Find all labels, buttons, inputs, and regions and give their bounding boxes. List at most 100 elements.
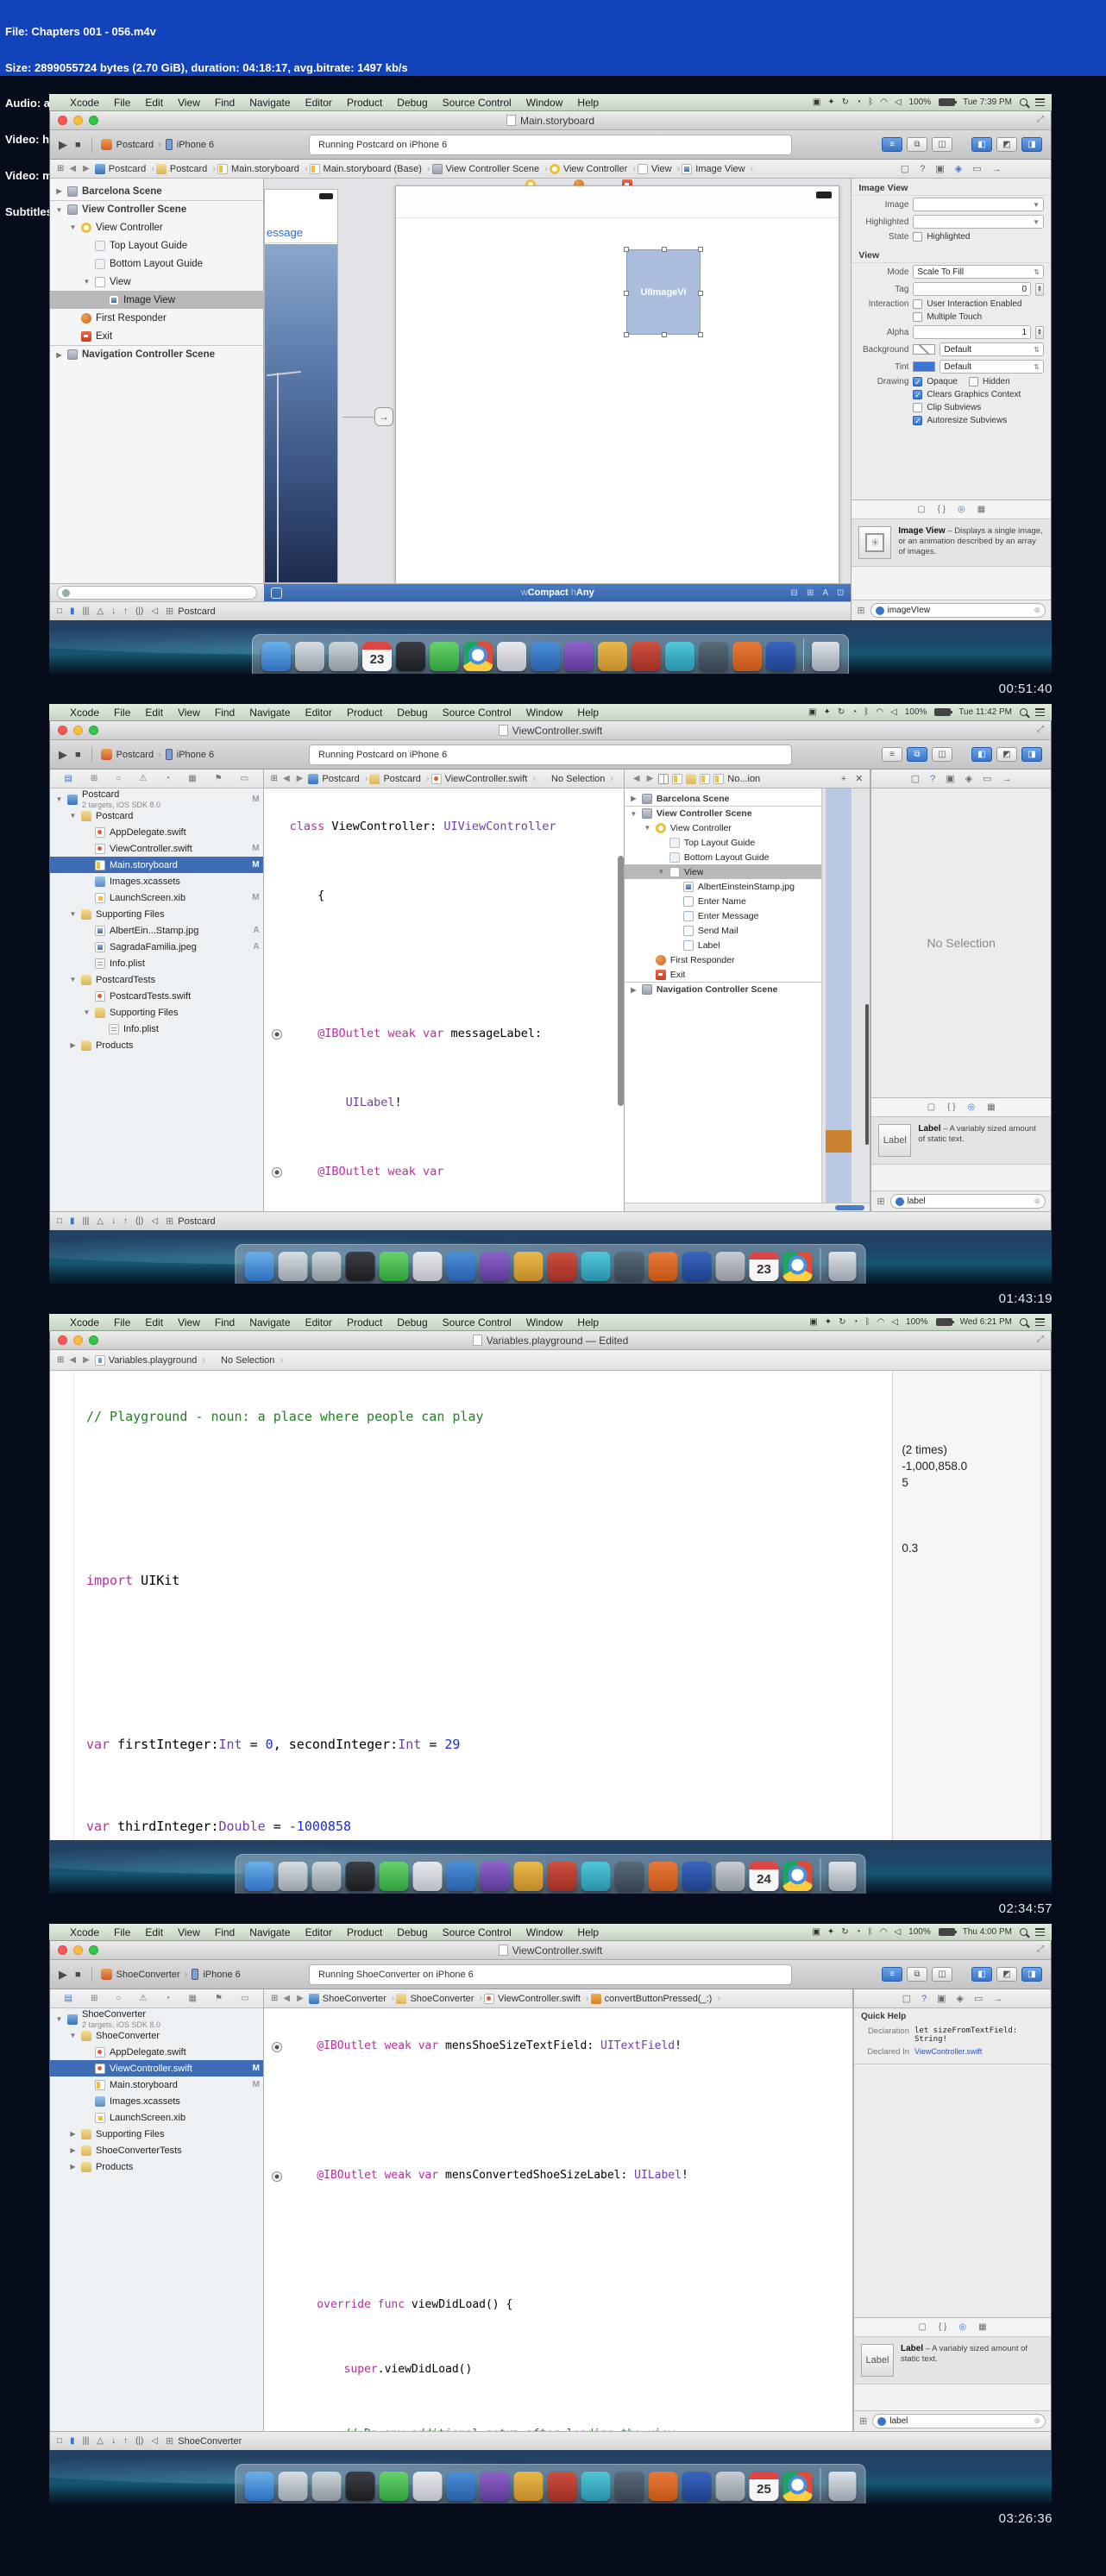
dock-icon[interactable]: [278, 1862, 308, 1891]
connections-inspector-tab[interactable]: →: [993, 1994, 1002, 2004]
align-button[interactable]: ⊟: [791, 588, 798, 598]
partial-button-label[interactable]: essage: [267, 226, 303, 239]
menu-item[interactable]: View: [178, 1316, 200, 1329]
related-items-icon[interactable]: ⊞: [271, 774, 278, 783]
dock-icon[interactable]: [581, 2472, 611, 2501]
menu-item[interactable]: Navigate: [249, 1316, 290, 1329]
dock-icon[interactable]: [598, 642, 627, 671]
resolve-button[interactable]: A: [822, 588, 828, 598]
menu-item[interactable]: Xcode: [70, 1316, 99, 1329]
result-value[interactable]: (2 times): [893, 1442, 1040, 1458]
breakpoint-icon[interactable]: □: [57, 2436, 62, 2446]
file-template-library-tab[interactable]: ▢: [927, 1103, 935, 1112]
forward-button[interactable]: ▶: [647, 774, 654, 783]
assistant-hscrollbar[interactable]: [624, 1203, 870, 1211]
file-inspector-tab[interactable]: ▢: [911, 773, 920, 784]
jumpbar-segment[interactable]: Postcard ›: [155, 163, 217, 174]
navigator-row[interactable]: ▼ Postcard: [50, 807, 263, 824]
utilities-toggle-button[interactable]: ◨: [1021, 1967, 1042, 1982]
fullscreen-icon[interactable]: ⤢: [1037, 1945, 1044, 1954]
size-class-bar[interactable]: wCompact hAny ⊟ ⊞ A ⊡: [264, 584, 851, 601]
playground-editor[interactable]: // Playground - noun: a place where peop…: [50, 1371, 1051, 1840]
attributes-inspector-tab[interactable]: ◈: [957, 1993, 964, 2004]
jumpbar-segment[interactable]: Main.storyboard (Base) ›: [309, 163, 432, 174]
view-controller-canvas[interactable]: UIImageVi: [395, 185, 839, 583]
menu-item[interactable]: Product: [347, 1316, 382, 1329]
disclosure-triangle[interactable]: ▶: [55, 351, 63, 359]
menubar-status-icon[interactable]: ↻: [842, 97, 849, 107]
disclosure-triangle[interactable]: ▶: [630, 986, 638, 994]
clear-search-icon[interactable]: ⊗: [1034, 606, 1040, 615]
outline-row[interactable]: Label: [625, 938, 821, 952]
dock-icon[interactable]: [581, 1862, 611, 1891]
menubar-status-icon[interactable]: ◁: [891, 1317, 898, 1327]
clear-search-icon[interactable]: ⊗: [1034, 1197, 1040, 1206]
navigator-row[interactable]: ▶ Products: [50, 2158, 263, 2175]
menu-item[interactable]: Navigate: [249, 1926, 290, 1938]
cursor-icon[interactable]: ◁: [151, 606, 158, 616]
jumpbar-segment[interactable]: Main.storyboard ›: [217, 163, 310, 174]
mode-popup[interactable]: Scale To Fill ⇅: [913, 265, 1044, 279]
menu-item[interactable]: Source Control: [443, 1316, 512, 1329]
dock-icon[interactable]: [564, 642, 594, 671]
library-search-field[interactable]: imageVIew ⊗: [870, 603, 1046, 618]
jumpbar-segment[interactable]: Postcard ›: [94, 163, 156, 174]
size-inspector-tab[interactable]: ▭: [974, 1993, 983, 2004]
navigator-row[interactable]: Info.plist: [50, 955, 263, 971]
menubar-status-icon[interactable]: ✦: [827, 97, 834, 107]
dock-icon[interactable]: [581, 1252, 611, 1281]
menu-item[interactable]: Edit: [145, 1316, 163, 1329]
menu-item[interactable]: Product: [347, 707, 382, 719]
library-search-field[interactable]: label ⊗: [889, 1194, 1046, 1209]
dock-icon[interactable]: [614, 2472, 644, 2501]
opaque-checkbox[interactable]: ✓: [913, 377, 923, 386]
menu-item[interactable]: Editor: [305, 1316, 332, 1329]
close-assistant-editor-button[interactable]: ✕: [855, 773, 863, 784]
dock-icon[interactable]: [396, 642, 425, 671]
notification-center-icon[interactable]: [1035, 98, 1045, 106]
partial-view-controller[interactable]: essage: [264, 189, 338, 583]
menubar-status-icon[interactable]: ◠: [880, 97, 888, 107]
result-value[interactable]: [893, 1556, 1040, 1573]
navigator-row[interactable]: ▶ ShoeConverterTests: [50, 2142, 263, 2158]
outline-row[interactable]: First Responder: [625, 952, 821, 967]
object-library-tab[interactable]: ◎: [958, 505, 965, 514]
dock-icon[interactable]: [295, 642, 324, 671]
home-icon[interactable]: △: [97, 1216, 104, 1226]
menu-item[interactable]: Xcode: [70, 707, 99, 719]
project-navigator-tab[interactable]: ▤: [65, 1994, 72, 2003]
outline-row[interactable]: Enter Name: [625, 894, 821, 908]
menu-item[interactable]: Edit: [145, 97, 163, 109]
disclosure-triangle[interactable]: ▼: [69, 223, 77, 231]
jumpbar-segment[interactable]: Image View ›: [682, 163, 755, 174]
outline-row[interactable]: Top Layout Guide: [625, 835, 821, 850]
back-button[interactable]: ◀: [69, 1355, 76, 1365]
spotlight-icon[interactable]: [1020, 1928, 1027, 1936]
navigator-row[interactable]: ▼ Supporting Files: [50, 1004, 263, 1021]
file-template-library-tab[interactable]: ▢: [918, 2322, 926, 2332]
menu-item[interactable]: View: [178, 1926, 200, 1938]
menu-item[interactable]: Source Control: [443, 1926, 512, 1938]
menu-item[interactable]: File: [114, 707, 130, 719]
code-line[interactable]: {: [264, 861, 624, 930]
library-grid-icon[interactable]: ⊞: [859, 2416, 867, 2427]
menubar-status-icon[interactable]: ◔: [853, 1317, 858, 1327]
tag-stepper[interactable]: ▲ ▼: [1035, 282, 1044, 296]
navigator-row[interactable]: ▼ PostcardTests: [50, 971, 263, 988]
menu-item[interactable]: View: [178, 707, 200, 719]
outline-toggle-icon[interactable]: [271, 587, 282, 599]
result-value[interactable]: [893, 1605, 1040, 1622]
disclosure-triangle[interactable]: ▼: [69, 910, 77, 918]
dock-icon[interactable]: [278, 2472, 308, 2501]
run-button[interactable]: ▶: [59, 138, 67, 152]
code-line[interactable]: [264, 2078, 852, 2143]
menubar-status-icon[interactable]: ✦: [823, 707, 830, 717]
clip-subviews-checkbox[interactable]: [913, 403, 923, 412]
breakpoint-navigator-tab[interactable]: ⚑: [215, 774, 223, 783]
dock-icon[interactable]: [648, 2472, 678, 2501]
code-line[interactable]: override func viewDidLoad() {: [264, 2272, 852, 2337]
dock-icon[interactable]: [379, 1862, 409, 1891]
code-line[interactable]: var firstInteger:Int = 0, secondInteger:…: [74, 1704, 892, 1786]
dock-icon[interactable]: [345, 2472, 375, 2501]
navigator-row[interactable]: AppDelegate.swift: [50, 2044, 263, 2060]
